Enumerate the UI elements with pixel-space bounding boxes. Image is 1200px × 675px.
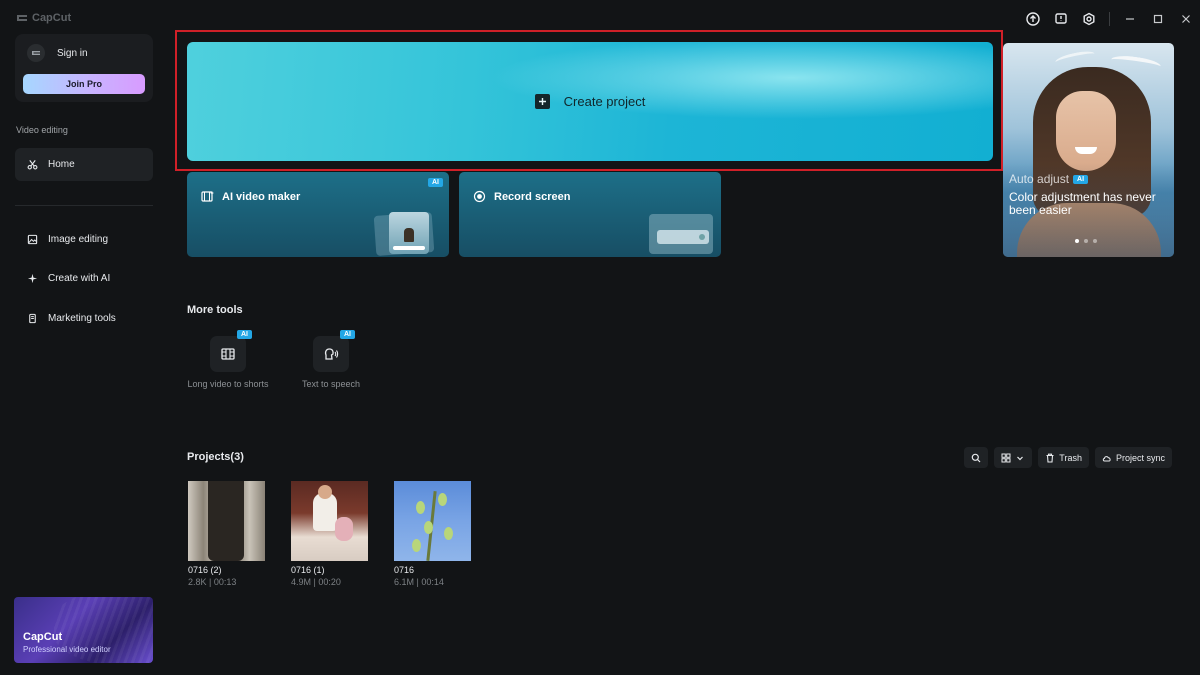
project-card[interactable]: 0716 6.1M | 00:14 bbox=[394, 481, 471, 587]
trash-label: Trash bbox=[1059, 452, 1082, 463]
carousel-dot[interactable] bbox=[1093, 239, 1097, 243]
projects-title: Projects(3) bbox=[187, 451, 244, 463]
settings-icon[interactable] bbox=[1075, 5, 1103, 33]
marketing-icon bbox=[29, 313, 36, 323]
video-editing-label: Video editing bbox=[16, 125, 68, 135]
cloud-sync-icon bbox=[1102, 455, 1111, 461]
portrait-smile bbox=[1075, 147, 1097, 154]
project-actions: Trash Project sync bbox=[964, 447, 1172, 468]
sidebar-item-image-editing[interactable]: Image editing bbox=[15, 226, 153, 252]
project-thumbnail bbox=[188, 481, 265, 561]
user-icon bbox=[32, 51, 40, 55]
promo-title: CapCut bbox=[23, 631, 63, 643]
seagull-illustration bbox=[1054, 48, 1096, 68]
sidebar-divider bbox=[15, 205, 153, 206]
titlebar-actions bbox=[1019, 0, 1200, 38]
carousel-dot[interactable] bbox=[1075, 239, 1079, 243]
hero-banner[interactable]: Auto adjust AI Color adjustment has neve… bbox=[1003, 43, 1174, 257]
sidebar-item-home[interactable]: Home bbox=[15, 148, 153, 181]
hero-title: Color adjustment has never been easier bbox=[1009, 190, 1156, 217]
film-cut-icon bbox=[221, 348, 235, 360]
scissors-icon bbox=[27, 160, 38, 170]
view-toggle-button[interactable] bbox=[994, 447, 1033, 468]
sidebar-item-label: Home bbox=[48, 159, 75, 170]
record-screen-label: Record screen bbox=[494, 190, 571, 203]
project-sync-label: Project sync bbox=[1115, 452, 1165, 463]
join-pro-button[interactable]: Join Pro bbox=[23, 74, 145, 94]
upload-icon[interactable] bbox=[1019, 5, 1047, 33]
project-card[interactable]: 0716 (2) 2.8K | 00:13 bbox=[188, 481, 265, 587]
project-thumbnail bbox=[394, 481, 471, 561]
tool-label: Text to speech bbox=[301, 379, 361, 389]
chevron-down-icon bbox=[1017, 456, 1024, 460]
project-thumbnail bbox=[291, 481, 368, 561]
avatar bbox=[27, 44, 45, 62]
sidebar-item-marketing-tools[interactable]: Marketing tools bbox=[15, 305, 153, 331]
speech-icon bbox=[324, 348, 339, 360]
preview-card-front bbox=[389, 212, 429, 254]
sidebar-item-label: Marketing tools bbox=[48, 312, 116, 324]
ai-badge: AI bbox=[1073, 174, 1089, 184]
project-sync-button[interactable]: Project sync bbox=[1094, 447, 1172, 468]
more-tools-title: More tools bbox=[187, 304, 243, 316]
trash-button[interactable]: Trash bbox=[1038, 447, 1089, 468]
project-name: 0716 bbox=[394, 565, 415, 575]
trash-icon bbox=[1046, 453, 1054, 463]
minimize-icon[interactable] bbox=[1116, 5, 1144, 33]
image-icon bbox=[27, 234, 38, 244]
sidebar-item-create-with-ai[interactable]: Create with AI bbox=[15, 265, 153, 291]
promo-banner[interactable]: CapCut Professional video editor bbox=[14, 597, 153, 663]
text-to-speech-tool[interactable]: AI Text to speech bbox=[289, 330, 373, 390]
create-project-label: Create project bbox=[563, 94, 646, 109]
sign-in-button[interactable]: Sign in bbox=[27, 44, 88, 62]
record-icon bbox=[473, 190, 486, 203]
portrait-face bbox=[1056, 91, 1116, 171]
long-video-to-shorts-tool[interactable]: AI Long video to shorts bbox=[186, 330, 270, 390]
film-ai-icon bbox=[201, 191, 214, 202]
sidebar: Sign in Join Pro Video editing Home Imag… bbox=[0, 0, 168, 675]
promo-subtitle: Professional video editor bbox=[23, 645, 111, 654]
sign-in-label: Sign in bbox=[57, 47, 88, 59]
close-icon[interactable] bbox=[1172, 5, 1200, 33]
search-icon bbox=[971, 453, 981, 462]
carousel-dot[interactable] bbox=[1084, 239, 1088, 243]
tool-label: Long video to shorts bbox=[187, 379, 269, 389]
create-project-button[interactable]: Create project bbox=[187, 42, 993, 161]
ai-badge: AI bbox=[340, 330, 355, 339]
ai-badge: AI bbox=[237, 330, 252, 339]
project-name: 0716 (2) bbox=[188, 565, 222, 575]
ai-video-maker-label: AI video maker bbox=[222, 190, 301, 203]
account-card: Sign in Join Pro bbox=[15, 34, 153, 102]
titlebar-separator bbox=[1109, 12, 1110, 26]
search-button[interactable] bbox=[964, 447, 989, 468]
sparkle-icon bbox=[27, 273, 38, 283]
plus-icon bbox=[534, 94, 550, 109]
project-card[interactable]: 0716 (1) 4.9M | 00:20 bbox=[291, 481, 368, 587]
carousel-dots bbox=[1075, 239, 1097, 243]
feedback-icon[interactable] bbox=[1047, 5, 1075, 33]
ai-video-maker-card[interactable]: AI video maker AI bbox=[187, 172, 449, 257]
hero-kicker: Auto adjust AI bbox=[1009, 172, 1089, 186]
project-meta: 6.1M | 00:14 bbox=[394, 577, 444, 587]
recording-toolbar-preview bbox=[657, 230, 709, 244]
hero-kicker-text: Auto adjust bbox=[1009, 172, 1070, 186]
record-screen-card[interactable]: Record screen bbox=[459, 172, 721, 257]
sidebar-item-label: Image editing bbox=[48, 233, 109, 245]
project-meta: 4.9M | 00:20 bbox=[291, 577, 341, 587]
project-name: 0716 (1) bbox=[291, 565, 325, 575]
maximize-icon[interactable] bbox=[1144, 5, 1172, 33]
seagull-illustration bbox=[1110, 53, 1162, 73]
grid-view-icon bbox=[1001, 453, 1011, 462]
ai-badge: AI bbox=[428, 178, 443, 187]
project-meta: 2.8K | 00:13 bbox=[188, 577, 237, 587]
sidebar-item-label: Create with AI bbox=[48, 272, 111, 284]
